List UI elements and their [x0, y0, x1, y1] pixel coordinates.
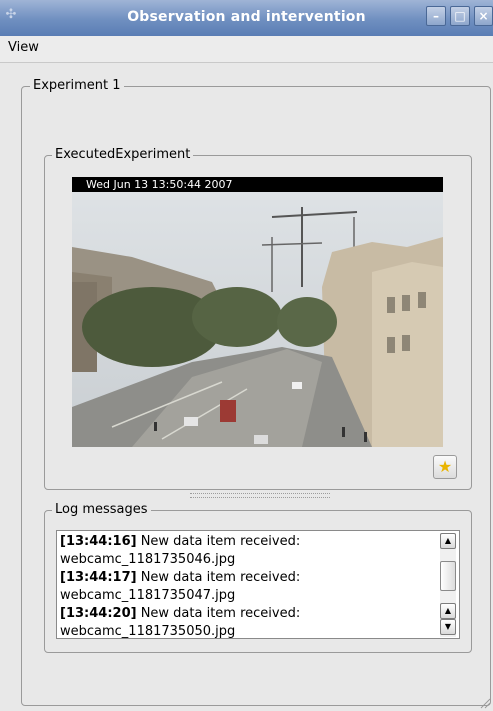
log-scrollbar[interactable]: ▲ ▲ ▼ — [440, 533, 456, 637]
log-text-area[interactable]: [13:44:16] New data item received: webca… — [56, 530, 460, 639]
favorite-button[interactable]: ★ — [433, 455, 457, 479]
webcam-image: Wed Jun 13 13:50:44 2007 — [72, 177, 443, 447]
experiment-group-title: Experiment 1 — [30, 78, 124, 94]
scroll-down-button[interactable]: ▼ — [440, 619, 456, 635]
scroll-thumb[interactable] — [440, 561, 456, 591]
window-title: Observation and intervention — [127, 9, 366, 25]
log-line: [13:44:16] New data item received: — [60, 534, 301, 549]
star-icon: ★ — [437, 457, 453, 476]
log-line: webcamc_1181735047.jpg — [60, 588, 236, 603]
log-line: webcamc_1181735046.jpg — [60, 552, 236, 567]
menu-bar: View — [0, 36, 493, 63]
resize-grip-icon[interactable] — [477, 695, 491, 709]
webcam-timestamp: Wed Jun 13 13:50:44 2007 — [72, 177, 443, 192]
log-line: [13:44:17] New data item received: — [60, 570, 301, 585]
menu-view[interactable]: View — [8, 40, 39, 55]
log-messages-title: Log messages — [52, 502, 151, 518]
splitter-handle[interactable] — [190, 493, 330, 498]
maximize-button[interactable]: □ — [450, 6, 470, 26]
webcam-scene — [72, 177, 443, 447]
executed-experiment-title: ExecutedExperiment — [52, 147, 194, 163]
log-line: webcamc_1181735050.jpg — [60, 624, 236, 639]
log-lines: [13:44:16] New data item received: webca… — [60, 533, 435, 639]
minimize-button[interactable]: – — [426, 6, 446, 26]
scroll-up-button-lower[interactable]: ▲ — [440, 603, 456, 619]
scroll-up-button[interactable]: ▲ — [440, 533, 456, 549]
title-bar[interactable]: ✣ Observation and intervention – □ × — [0, 0, 493, 37]
close-button[interactable]: × — [474, 6, 493, 26]
log-line: [13:44:20] New data item received: — [60, 606, 301, 621]
